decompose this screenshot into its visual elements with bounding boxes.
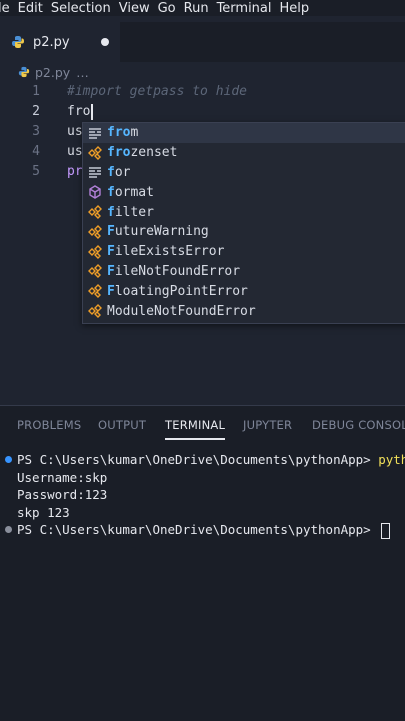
line-number: 3 [32, 124, 40, 139]
tab-terminal-label: TERMINAL [165, 418, 226, 432]
menu-help[interactable]: Help [280, 1, 318, 16]
line-number: 4 [32, 144, 40, 159]
class-icon [87, 145, 103, 161]
suggestion-match: fro [107, 145, 131, 161]
menu-bar: le Edit Selection View Go Run Terminal H… [0, 0, 405, 16]
line-number: 2 [32, 104, 40, 119]
command-success-dot-icon[interactable] [5, 456, 12, 463]
terminal-line: PS C:\Users\kumar\OneDrive\Documents\pyt… [17, 521, 391, 539]
menu-run[interactable]: Run [184, 1, 217, 16]
suggestion-rest: ileNotFoundError [114, 263, 241, 279]
terminal-prompt: PS C:\Users\kumar\OneDrive\Documents\pyt… [17, 522, 379, 537]
suggestion-match: F [107, 244, 115, 260]
suggestion-rest: utureWarning [114, 224, 209, 240]
suggestion-rest: or [114, 164, 131, 180]
code-line: 1 #import getpass to hide [0, 82, 405, 102]
suggestion-item[interactable]: FileExistsError [83, 242, 405, 262]
unsaved-dot-icon[interactable] [101, 38, 109, 46]
class-icon [87, 283, 103, 299]
code-text: pr [67, 164, 83, 179]
suggestion-match: fro [107, 125, 131, 141]
code-text-with-cursor: fro [67, 102, 93, 122]
suggestion-item[interactable]: filter [83, 202, 405, 222]
suggestion-rest: ormat [114, 184, 154, 200]
panel-tabs: PROBLEMS OUTPUT TERMINAL JUPYTER DEBUG C… [0, 406, 405, 444]
tab-terminal[interactable]: TERMINAL [165, 418, 226, 440]
tab-label: p2.py [33, 34, 70, 50]
tab-output[interactable]: OUTPUT [98, 418, 146, 432]
suggestion-item[interactable]: FloatingPointError [83, 281, 405, 301]
suggestion-item[interactable]: frozenset [83, 143, 405, 163]
terminal-command: python [378, 452, 405, 467]
autocomplete-suggestions: from frozenset for format filter FutureW… [82, 122, 405, 324]
suggestion-match: F [107, 283, 115, 299]
suggestion-match: f [107, 204, 115, 220]
suggestion-item[interactable]: format [83, 182, 405, 202]
menu-file[interactable]: le [0, 1, 18, 16]
suggestion-rest: ModuleNotFoundError [107, 303, 256, 319]
python-file-icon [18, 66, 30, 78]
breadcrumb-more[interactable]: … [76, 65, 89, 80]
terminal-line: Password:123 [17, 487, 108, 502]
terminal-line: Username:skp [17, 469, 108, 485]
terminal-line: skp 123 [17, 504, 70, 520]
terminal-prompt: PS C:\Users\kumar\OneDrive\Documents\pyt… [17, 452, 379, 467]
python-file-icon [11, 35, 25, 49]
function-icon [87, 184, 103, 200]
menu-go[interactable]: Go [158, 1, 184, 16]
menu-view[interactable]: View [119, 1, 158, 16]
keyword-icon [87, 125, 103, 141]
suggestion-item[interactable]: FutureWarning [83, 222, 405, 242]
terminal-line: PS C:\Users\kumar\OneDrive\Documents\pyt… [17, 451, 405, 468]
suggestion-match: f [107, 164, 115, 180]
class-icon [87, 263, 103, 279]
class-icon [87, 204, 103, 220]
active-tab-underline [165, 438, 226, 440]
keyword-icon [87, 164, 103, 180]
menu-selection[interactable]: Selection [51, 1, 119, 16]
command-idle-dot-icon[interactable] [5, 526, 12, 533]
line-number: 5 [32, 164, 40, 179]
breadcrumb-file[interactable]: p2.py [35, 65, 70, 80]
suggestion-rest: loatingPointError [114, 283, 248, 299]
suggestion-rest: ilter [114, 204, 154, 220]
menu-edit[interactable]: Edit [18, 1, 51, 16]
suggestion-match: F [107, 263, 115, 279]
suggestion-match: f [107, 184, 115, 200]
suggestion-item[interactable]: for [83, 163, 405, 183]
code-text: us [67, 144, 83, 159]
bottom-panel: PROBLEMS OUTPUT TERMINAL JUPYTER DEBUG C… [0, 405, 405, 721]
code-text: us [67, 124, 83, 139]
line-number: 1 [32, 84, 40, 99]
suggestion-rest: zenset [130, 145, 178, 161]
suggestion-match: F [107, 224, 115, 240]
code-text: fro [67, 104, 91, 119]
editor-tab-bar: p2.py [0, 22, 405, 62]
code-text: #import getpass to hide [67, 84, 248, 99]
tab-problems[interactable]: PROBLEMS [17, 418, 81, 432]
menu-terminal[interactable]: Terminal [217, 1, 280, 16]
code-line: 2 fro [0, 102, 405, 122]
class-icon [87, 244, 103, 260]
breadcrumb: p2.py … [18, 63, 89, 81]
suggestion-rest: m [130, 125, 139, 141]
tab-debug-console[interactable]: DEBUG CONSOLE [312, 418, 405, 432]
suggestion-item[interactable]: ModuleNotFoundError [83, 301, 405, 321]
tab-p2-py[interactable]: p2.py [0, 22, 120, 62]
suggestion-item[interactable]: from [83, 123, 405, 143]
tab-jupyter[interactable]: JUPYTER [243, 418, 292, 432]
class-icon [87, 303, 103, 319]
suggestion-item[interactable]: FileNotFoundError [83, 262, 405, 282]
terminal-cursor [381, 522, 391, 539]
text-cursor [91, 103, 93, 120]
class-icon [87, 224, 103, 240]
suggestion-rest: ileExistsError [114, 244, 225, 260]
